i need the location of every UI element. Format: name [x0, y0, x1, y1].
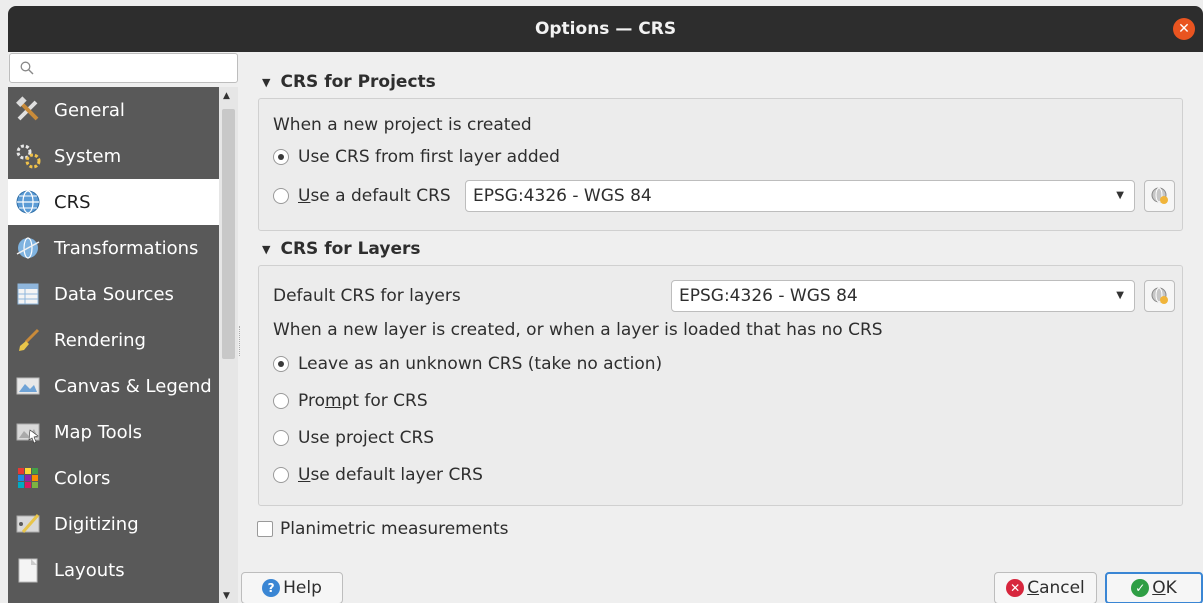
sidebar-item-colors[interactable]: Colors: [8, 455, 219, 501]
digitizing-icon: [14, 510, 42, 538]
sidebar: General System CRS Transformations Data …: [8, 52, 238, 603]
crs-globe-icon: [1151, 287, 1168, 304]
sidebar-item-label: Digitizing: [54, 513, 139, 535]
radio-indicator: [273, 467, 289, 483]
sidebar-item-data-sources[interactable]: Data Sources: [8, 271, 219, 317]
help-icon: ?: [262, 579, 281, 597]
gears-icon: [14, 142, 42, 170]
sidebar-item-label: Layouts: [54, 559, 125, 581]
title-bar: Options — CRS ✕: [8, 6, 1203, 52]
sidebar-item-layouts[interactable]: Layouts: [8, 547, 219, 593]
collapse-triangle-icon: ▼: [262, 75, 271, 89]
layers-default-crs-select[interactable]: EPSG:4326 - WGS 84 ▼: [671, 280, 1135, 312]
scroll-up-arrow[interactable]: ▲: [223, 91, 230, 101]
sidebar-item-label: System: [54, 145, 122, 167]
project-default-crs-select[interactable]: EPSG:4326 - WGS 84 ▼: [465, 180, 1135, 212]
sidebar-item-label: General: [54, 99, 125, 121]
brush-icon: [14, 326, 42, 354]
sidebar-item-label: Rendering: [54, 329, 146, 351]
cancel-button[interactable]: ✕ Cancel: [994, 572, 1097, 603]
sidebar-item-system[interactable]: System: [8, 133, 219, 179]
sidebar-item-digitizing[interactable]: Digitizing: [8, 501, 219, 547]
chevron-down-icon: ▼: [1116, 190, 1124, 201]
sidebar-nav: General System CRS Transformations Data …: [8, 87, 219, 603]
sidebar-item-canvas-legend[interactable]: Canvas & Legend: [8, 363, 219, 409]
radio-default-crs[interactable]: Use a default CRS: [273, 186, 451, 206]
radio-indicator: [273, 393, 289, 409]
ok-button[interactable]: ✓ OK: [1105, 572, 1203, 603]
sidebar-item-label: Canvas & Legend: [54, 375, 212, 397]
project-crs-selector-button[interactable]: [1144, 180, 1175, 212]
colors-icon: [14, 464, 42, 492]
map-tools-icon: [14, 418, 42, 446]
globe-icon: [14, 188, 42, 216]
canvas-icon: [14, 372, 42, 400]
sidebar-scrollbar[interactable]: ▲ ▼: [219, 87, 238, 603]
checkbox-indicator: [257, 521, 273, 537]
sidebar-item-map-tools[interactable]: Map Tools: [8, 409, 219, 455]
radio-indicator: [273, 188, 289, 204]
sidebar-item-transformations[interactable]: Transformations: [8, 225, 219, 271]
search-icon: [20, 61, 34, 75]
table-icon: [14, 280, 42, 308]
radio-first-layer[interactable]: Use CRS from first layer added: [273, 147, 560, 167]
chevron-down-icon: ▼: [1116, 290, 1124, 301]
sidebar-item-label: Colors: [54, 467, 111, 489]
window-title: Options — CRS: [534, 19, 677, 39]
radio-unknown-crs[interactable]: Leave as an unknown CRS (take no action): [273, 354, 662, 374]
crs-globe-icon: [1151, 187, 1168, 204]
layers-crs-selector-button[interactable]: [1144, 280, 1175, 312]
projects-intro: When a new project is created: [273, 115, 532, 135]
search-input[interactable]: [9, 53, 238, 83]
sidebar-item-crs[interactable]: CRS: [8, 179, 219, 225]
radio-indicator: [273, 356, 289, 372]
sidebar-item-label: Map Tools: [54, 421, 143, 443]
checkmark-icon: ✓: [1131, 579, 1150, 597]
radio-prompt-crs[interactable]: Prompt for CRS: [273, 391, 428, 411]
layouts-icon: [14, 556, 42, 584]
collapse-triangle-icon: ▼: [262, 242, 271, 256]
radio-project-crs[interactable]: Use project CRS: [273, 428, 434, 448]
scroll-down-arrow[interactable]: ▼: [223, 591, 230, 601]
layers-intro: When a new layer is created, or when a l…: [273, 320, 883, 340]
sidebar-item-label: CRS: [54, 191, 91, 213]
sidebar-item-label: Transformations: [54, 237, 199, 259]
splitter-handle[interactable]: [239, 326, 242, 356]
layers-section-header[interactable]: ▼ CRS for Layers: [262, 239, 420, 259]
radio-indicator: [273, 430, 289, 446]
projects-section-header[interactable]: ▼ CRS for Projects: [262, 72, 436, 92]
help-button[interactable]: ? Help: [241, 572, 343, 603]
close-button[interactable]: ✕: [1173, 18, 1195, 40]
sidebar-item-label: Data Sources: [54, 283, 174, 305]
tools-icon: [14, 96, 42, 124]
sidebar-item-rendering[interactable]: Rendering: [8, 317, 219, 363]
globe-transform-icon: [14, 234, 42, 262]
cancel-icon: ✕: [1006, 579, 1025, 597]
sidebar-item-general[interactable]: General: [8, 87, 219, 133]
radio-indicator: [273, 149, 289, 165]
scrollbar-thumb[interactable]: [222, 109, 235, 359]
radio-default-layer-crs[interactable]: Use default layer CRS: [273, 465, 483, 485]
planimetric-checkbox[interactable]: Planimetric measurements: [257, 519, 509, 539]
layers-default-label: Default CRS for layers: [273, 286, 461, 306]
options-dialog: Options — CRS ✕ General System CRS Trans…: [8, 6, 1203, 603]
